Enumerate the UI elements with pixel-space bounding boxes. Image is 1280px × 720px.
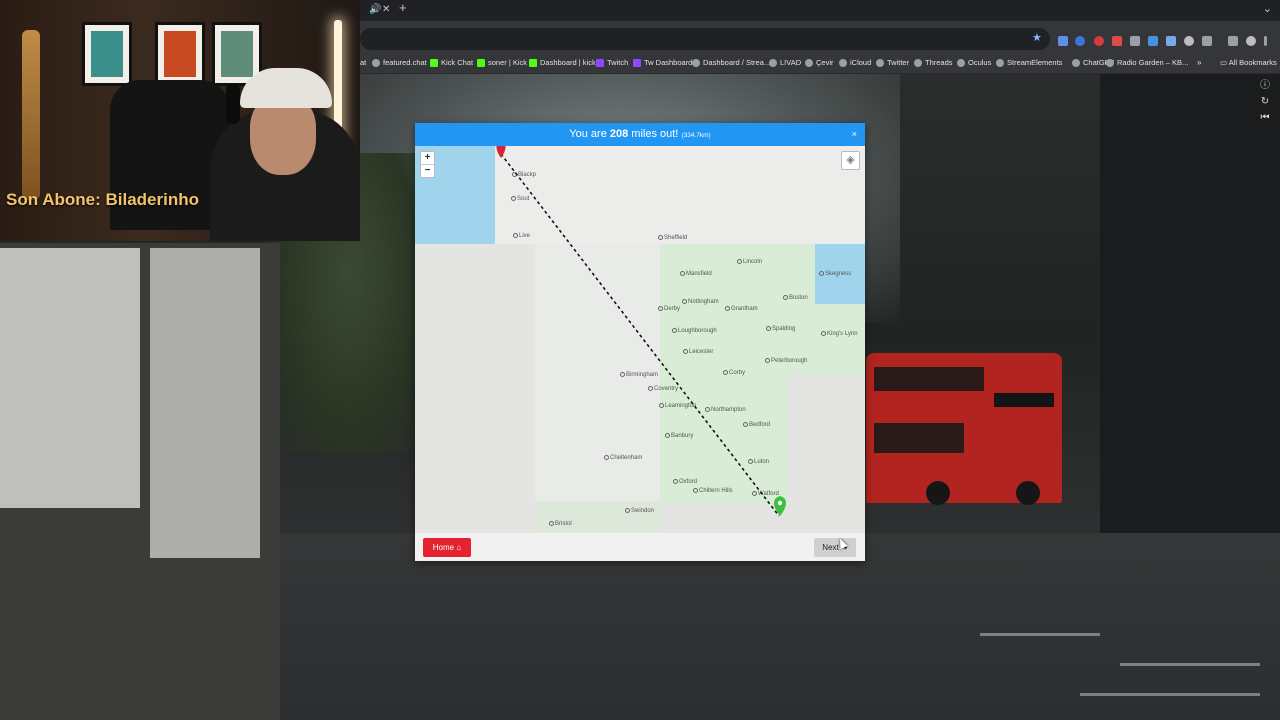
extension-icon[interactable]: [1166, 36, 1176, 46]
bookmarks-overflow-icon[interactable]: »: [1197, 58, 1201, 67]
bookmark-item[interactable]: Çevir: [805, 58, 834, 67]
guitar: [22, 30, 40, 200]
bookmark-item[interactable]: Tw Dashboard: [633, 58, 692, 67]
distance-miles: 208: [609, 128, 629, 140]
home-button[interactable]: Home ⌂: [423, 538, 471, 557]
layers-icon[interactable]: ◈: [841, 151, 860, 170]
folder-icon: ▭: [1220, 58, 1229, 67]
dark-building: [1100, 73, 1280, 533]
streamelements-icon: [692, 58, 700, 67]
headphones: [226, 84, 240, 124]
guess-marker-icon: [496, 146, 506, 158]
all-bookmarks-button[interactable]: ▭ All Bookmarks: [1220, 58, 1277, 67]
modal-footer: Home ⌂ Next ➜: [415, 533, 865, 561]
globe-icon: [876, 58, 884, 67]
return-to-start-icon[interactable]: ⏮: [1258, 110, 1272, 126]
next-button[interactable]: Next ➜: [814, 538, 856, 557]
kick-icon: [430, 58, 438, 67]
kick-icon: [529, 58, 537, 67]
bookmark-star-icon[interactable]: ★: [1032, 31, 1042, 44]
result-modal: You are 208 miles out! (334.7km) × Black…: [415, 123, 865, 561]
twitch-icon: [633, 58, 641, 67]
globe-icon: [769, 58, 777, 67]
bookmark-item[interactable]: Oculus: [957, 58, 991, 67]
bookmark-item[interactable]: soner | Kick: [477, 58, 527, 67]
bookmark-item[interactable]: Dashboard / Strea...: [692, 58, 770, 67]
globe-icon: [996, 58, 1004, 67]
house-icon: ⌂: [456, 543, 462, 552]
wall-picture: [155, 22, 205, 86]
road-marking: [1080, 693, 1260, 696]
chevron-down-icon[interactable]: ⌄: [1263, 2, 1272, 15]
kebab-menu-icon[interactable]: [1264, 36, 1267, 46]
bookmark-item[interactable]: Dashboard | kick: [529, 58, 596, 67]
close-icon[interactable]: ×: [852, 123, 857, 146]
extension-icon[interactable]: [1184, 36, 1194, 46]
bookmark-item[interactable]: Radio Garden – KB...: [1106, 58, 1188, 67]
marker-dot: [777, 500, 783, 506]
reset-icon[interactable]: ↻: [1258, 94, 1272, 110]
wet-road: [280, 533, 1280, 720]
extension-icon[interactable]: [1148, 36, 1158, 46]
title-suffix: miles out!: [628, 128, 679, 140]
puzzle-icon[interactable]: [1202, 36, 1212, 46]
extension-icon[interactable]: [1112, 36, 1122, 46]
distance-km: (334.7km): [681, 132, 711, 139]
new-tab-icon[interactable]: +: [399, 1, 407, 14]
extension-icon[interactable]: [1130, 36, 1140, 46]
twitch-icon: [596, 58, 604, 67]
zoom-in-button[interactable]: +: [421, 152, 434, 165]
road-marking: [980, 633, 1100, 636]
kick-icon: [477, 58, 485, 67]
bookmark-item[interactable]: Twitch: [596, 58, 628, 67]
apple-icon: [839, 58, 847, 67]
title-prefix: You are: [569, 128, 610, 140]
zoom-control: + −: [420, 151, 435, 178]
info-icon[interactable]: ⓘ: [1258, 78, 1272, 94]
bookmark-item[interactable]: StreamElements: [996, 58, 1062, 67]
zoom-out-button[interactable]: −: [421, 165, 434, 177]
globe-icon: [1106, 58, 1114, 67]
street-view-controls: ⓘ ↻ ⏮: [1258, 78, 1272, 126]
bookmark-item[interactable]: featured.chat: [372, 58, 427, 67]
translate-icon: [805, 58, 813, 67]
profile-avatar[interactable]: [1246, 36, 1256, 46]
bookmark-item[interactable]: Kick Chat: [430, 58, 473, 67]
chatgpt-icon: [1072, 58, 1080, 67]
modal-header: You are 208 miles out! (334.7km) ×: [415, 123, 865, 146]
globe-icon: [957, 58, 965, 67]
poster: [0, 248, 140, 508]
globe-icon: [372, 58, 380, 67]
close-icon[interactable]: ✕: [382, 4, 390, 16]
road-marking: [1120, 663, 1260, 666]
extension-icon[interactable]: [1075, 36, 1085, 46]
result-map[interactable]: Blackp Sout Live Sheffield Mansfield Lincoln N…: [415, 146, 865, 533]
bookmark-item[interactable]: Threads: [914, 58, 953, 67]
globe-icon: [914, 58, 922, 67]
wall-picture: [82, 22, 132, 86]
bookmark-item[interactable]: LIVAD: [769, 58, 801, 67]
last-subscriber-text: Son Abone: Biladerinho: [6, 190, 199, 209]
bookmark-partial[interactable]: at: [360, 58, 366, 67]
bookmark-item[interactable]: Twitter: [876, 58, 909, 67]
bookmark-item[interactable]: iCloud: [839, 58, 871, 67]
menu-icon[interactable]: [1228, 36, 1238, 46]
streamer-cap: [240, 68, 332, 108]
route-line: [500, 153, 780, 517]
speaker-icon[interactable]: 🔊: [369, 4, 381, 16]
route-svg: [496, 146, 786, 517]
address-bar[interactable]: [360, 28, 1050, 50]
red-double-decker-bus: [866, 353, 1062, 505]
extension-icon[interactable]: [1058, 36, 1068, 46]
street-sign: [150, 248, 260, 558]
extension-icon[interactable]: [1094, 36, 1104, 46]
